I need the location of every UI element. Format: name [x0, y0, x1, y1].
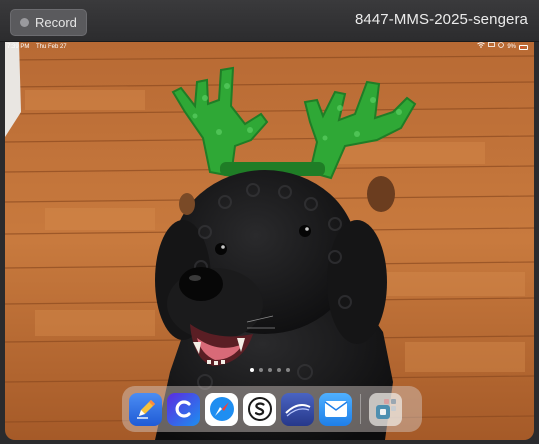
dock-app-keynote[interactable]: [281, 392, 314, 426]
ipad-status-bar: 7:39 PM Thu Feb 27 9%: [5, 42, 534, 52]
dock-app-safari[interactable]: [205, 392, 238, 426]
page-dot[interactable]: [268, 368, 272, 372]
ipad-screen: 7:39 PM Thu Feb 27 9%: [5, 42, 534, 440]
battery-percent: 9%: [507, 44, 516, 50]
session-title: 8447-MMS-2025-sengera: [354, 11, 528, 28]
battery-icon: [519, 44, 528, 50]
screen-mirroring-icon: [488, 42, 496, 52]
wallpaper-image: [5, 42, 534, 440]
s-logo-icon: [247, 397, 272, 421]
dock-app-canva[interactable]: [167, 392, 200, 426]
page-dot[interactable]: [286, 368, 290, 372]
envelope-icon: [324, 401, 347, 417]
orientation-lock-icon: [498, 42, 505, 52]
status-time: 7:39 PM: [7, 44, 30, 50]
page-dot[interactable]: [259, 368, 263, 372]
c-logo-icon: [175, 400, 191, 418]
dock-app-schoology[interactable]: [243, 392, 276, 426]
record-button[interactable]: Record: [10, 9, 87, 36]
record-dot-icon: [20, 18, 29, 27]
swoosh-icon: [284, 404, 310, 417]
dock-app-pages[interactable]: [129, 392, 162, 426]
pen-icon: [136, 400, 155, 419]
status-date: Thu Feb 27: [35, 44, 67, 50]
dock: [122, 386, 422, 432]
compass-icon: [209, 397, 234, 421]
dock-app-mail[interactable]: [319, 392, 352, 426]
page-dot[interactable]: [250, 368, 254, 372]
wifi-icon: [477, 42, 486, 52]
page-dot[interactable]: [277, 368, 281, 372]
app-library-icon: [375, 399, 396, 419]
record-button-label: Record: [35, 15, 77, 30]
page-indicator[interactable]: [250, 368, 290, 372]
dock-app-library[interactable]: [369, 392, 402, 426]
recorder-title-bar: Record 8447-MMS-2025-sengera: [0, 0, 539, 42]
dock-divider: [360, 394, 361, 424]
